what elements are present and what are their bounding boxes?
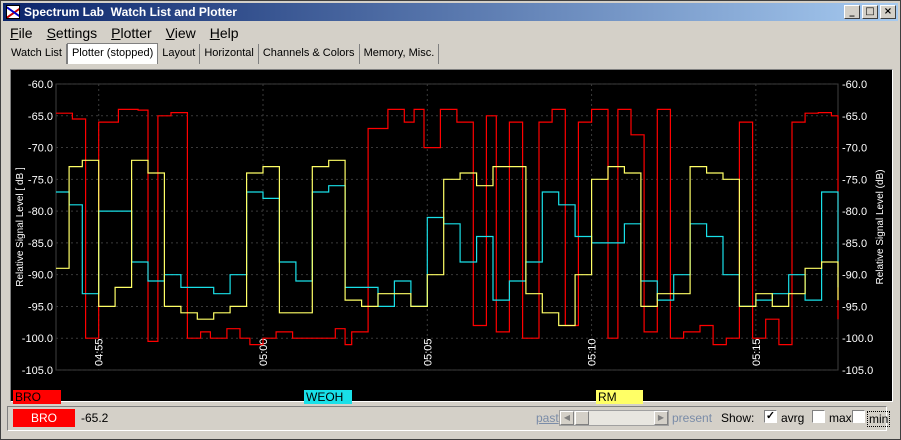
y-tick-right: -70.0 <box>842 143 867 155</box>
legend-rm[interactable]: RM <box>596 390 643 404</box>
series-line-weoh <box>56 185 839 307</box>
y-tick-right: -100.0 <box>842 333 873 345</box>
tab-plotter-stopped[interactable]: Plotter (stopped) <box>66 43 159 64</box>
y-axis-label-right: Relative Signal Level (dB) <box>875 169 886 284</box>
legend-label: RM <box>598 390 617 404</box>
menu-view[interactable]: View <box>159 23 203 43</box>
y-tick-left: -80.0 <box>28 206 53 218</box>
legend-bro[interactable]: BRO <box>13 390 61 404</box>
maximize-button[interactable]: □ <box>862 5 878 19</box>
y-tick-left: -95.0 <box>28 301 53 313</box>
menu-bar: File Settings Plotter View Help <box>3 23 246 43</box>
y-tick-right: -75.0 <box>842 174 867 186</box>
min-checkbox[interactable] <box>852 410 865 423</box>
main-window: Spectrum Lab Watch List and Plotter _ □ … <box>0 0 901 440</box>
app-icon[interactable] <box>6 5 20 19</box>
plot-area[interactable]: -60.0 -60.0 -65.0 -65.0 -70.0 -70.0 -75.0 -75.0… <box>10 69 893 402</box>
window-controls: _ □ × <box>844 5 896 19</box>
x-tick-label: 05:10 <box>587 338 599 366</box>
x-tick-label: 05:00 <box>258 338 270 366</box>
legend-weoh[interactable]: WEOH <box>304 390 352 404</box>
readout-value: -65.2 <box>81 411 109 425</box>
plot-border <box>55 83 839 371</box>
x-tick-label: 04:55 <box>94 338 106 366</box>
y-axis-label-left: Relative Signal Level [ dB ] <box>15 167 26 287</box>
max-checkbox[interactable] <box>812 410 825 423</box>
y-tick-right: -65.0 <box>842 111 867 123</box>
y-tick-right: -95.0 <box>842 301 867 313</box>
y-tick-left: -85.0 <box>28 238 53 250</box>
y-tick-right: -85.0 <box>842 238 867 250</box>
y-tick-left: -70.0 <box>28 143 53 155</box>
close-button[interactable]: × <box>880 5 896 19</box>
menu-plotter[interactable]: Plotter <box>104 23 158 43</box>
tab-watch-list[interactable]: Watch List <box>7 44 67 64</box>
min-label: min <box>867 411 891 427</box>
scroll-left-icon[interactable]: ◀ <box>560 411 574 425</box>
readout-channel[interactable]: BRO <box>13 409 75 427</box>
scroll-right-icon[interactable]: ▶ <box>654 411 668 425</box>
past-link[interactable]: past <box>536 411 559 425</box>
tab-strip: Watch List Plotter (stopped) Layout Horizon… <box>7 43 440 64</box>
scroll-thumb[interactable] <box>575 411 589 425</box>
y-tick-left: -90.0 <box>28 270 53 282</box>
series-line-bro <box>56 108 839 346</box>
menu-file[interactable]: File <box>3 23 40 43</box>
y-tick-left: -100.0 <box>22 333 53 345</box>
tab-memory-misc[interactable]: Memory, Misc. <box>360 44 440 64</box>
present-link[interactable]: present <box>672 411 712 425</box>
show-label: Show: <box>721 411 755 425</box>
menu-settings[interactable]: Settings <box>40 23 105 43</box>
tab-channels-colors[interactable]: Channels & Colors <box>259 44 360 64</box>
status-panel <box>7 406 887 431</box>
title-bar[interactable]: Spectrum Lab Watch List and Plotter _ □ … <box>3 3 898 21</box>
y-tick-right: -105.0 <box>842 365 873 377</box>
avrg-checkbox[interactable]: ✓ <box>764 410 777 423</box>
y-tick-left: -65.0 <box>28 111 53 123</box>
time-scrollbar[interactable]: ◀ ▶ <box>559 410 669 426</box>
minimize-button[interactable]: _ <box>844 5 860 19</box>
legend-label: WEOH <box>306 390 344 404</box>
y-tick-right: -60.0 <box>842 79 867 91</box>
window-title: Spectrum Lab Watch List and Plotter <box>24 5 237 19</box>
avrg-label: avrg <box>781 411 805 425</box>
tab-layout[interactable]: Layout <box>158 44 201 64</box>
y-tick-right: -90.0 <box>842 270 867 282</box>
y-tick-left: -60.0 <box>28 79 53 91</box>
y-tick-right: -80.0 <box>842 206 867 218</box>
x-tick-label: 05:05 <box>422 338 434 366</box>
x-tick-label: 05:15 <box>751 338 763 366</box>
menu-help[interactable]: Help <box>203 23 246 43</box>
signal-chart: -60.0 -60.0 -65.0 -65.0 -70.0 -70.0 -75.0 -75.0… <box>15 79 886 377</box>
tab-horizontal[interactable]: Horizontal <box>200 44 259 64</box>
y-tick-left: -105.0 <box>22 365 53 377</box>
legend-label: BRO <box>15 390 42 404</box>
max-label: max <box>829 411 852 425</box>
y-tick-left: -75.0 <box>28 174 53 186</box>
